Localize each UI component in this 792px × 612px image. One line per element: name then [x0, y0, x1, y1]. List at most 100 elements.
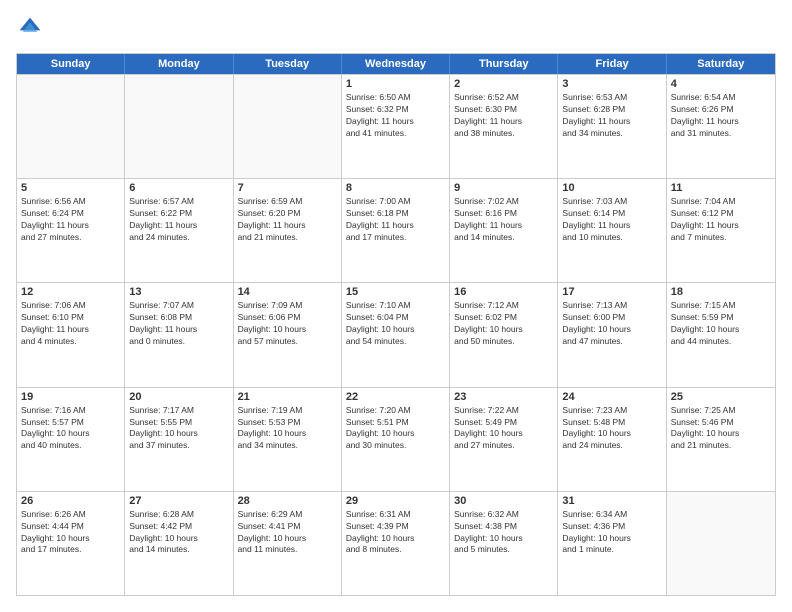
header-cell-saturday: Saturday [667, 54, 775, 74]
day-cell-27: 27 Sunrise: 6:28 AM Sunset: 4:42 PM Dayli… [125, 492, 233, 595]
day-number: 31 [562, 495, 661, 507]
day-info: Sunrise: 7:25 AM Sunset: 5:46 PM Dayligh… [671, 405, 771, 453]
empty-cell [667, 492, 775, 595]
day-number: 30 [454, 495, 553, 507]
day-number: 17 [562, 286, 661, 298]
day-info: Sunrise: 6:50 AM Sunset: 6:32 PM Dayligh… [346, 92, 445, 140]
calendar-header-row: SundayMondayTuesdayWednesdayThursdayFrid… [17, 54, 775, 74]
day-cell-14: 14 Sunrise: 7:09 AM Sunset: 6:06 PM Dayli… [234, 283, 342, 386]
day-cell-22: 22Sunrise: 7:20 AM Sunset: 5:51 PM Dayli… [342, 388, 450, 491]
page: SundayMondayTuesdayWednesdayThursdayFrid… [0, 0, 792, 612]
day-number: 12 [21, 286, 120, 298]
header-cell-sunday: Sunday [17, 54, 125, 74]
day-number: 10 [562, 182, 661, 194]
week-row-1: 1 Sunrise: 6:50 AM Sunset: 6:32 PM Daylig… [17, 74, 775, 178]
day-cell-11: 11 Sunrise: 7:04 AM Sunset: 6:12 PM Dayli… [667, 179, 775, 282]
week-row-5: 26 Sunrise: 6:26 AM Sunset: 4:44 PM Dayli… [17, 491, 775, 595]
day-number: 5 [21, 182, 120, 194]
day-cell-8: 8Sunrise: 7:00 AM Sunset: 6:18 PM Daylig… [342, 179, 450, 282]
day-number: 3 [562, 78, 661, 90]
day-number: 19 [21, 391, 120, 403]
day-info: Sunrise: 7:02 AM Sunset: 6:16 PM Dayligh… [454, 196, 553, 244]
day-cell-26: 26 Sunrise: 6:26 AM Sunset: 4:44 PM Dayli… [17, 492, 125, 595]
day-info: Sunrise: 7:10 AM Sunset: 6:04 PM Dayligh… [346, 300, 445, 348]
day-cell-20: 20 Sunrise: 7:17 AM Sunset: 5:55 PM Dayli… [125, 388, 233, 491]
day-cell-4: 4 Sunrise: 6:54 AM Sunset: 6:26 PM Daylig… [667, 75, 775, 178]
day-info: Sunrise: 6:28 AM Sunset: 4:42 PM Dayligh… [129, 509, 228, 557]
day-info: Sunrise: 6:26 AM Sunset: 4:44 PM Dayligh… [21, 509, 120, 557]
day-info: Sunrise: 7:00 AM Sunset: 6:18 PM Dayligh… [346, 196, 445, 244]
day-cell-24: 24Sunrise: 7:23 AM Sunset: 5:48 PM Dayli… [558, 388, 666, 491]
day-cell-10: 10Sunrise: 7:03 AM Sunset: 6:14 PM Dayli… [558, 179, 666, 282]
day-number: 29 [346, 495, 445, 507]
day-info: Sunrise: 7:07 AM Sunset: 6:08 PM Dayligh… [129, 300, 228, 348]
day-info: Sunrise: 6:56 AM Sunset: 6:24 PM Dayligh… [21, 196, 120, 244]
day-info: Sunrise: 7:09 AM Sunset: 6:06 PM Dayligh… [238, 300, 337, 348]
week-row-2: 5 Sunrise: 6:56 AM Sunset: 6:24 PM Daylig… [17, 178, 775, 282]
empty-cell [17, 75, 125, 178]
day-number: 22 [346, 391, 445, 403]
header-cell-friday: Friday [558, 54, 666, 74]
day-cell-18: 18 Sunrise: 7:15 AM Sunset: 5:59 PM Dayli… [667, 283, 775, 386]
day-number: 1 [346, 78, 445, 90]
day-cell-30: 30Sunrise: 6:32 AM Sunset: 4:38 PM Dayli… [450, 492, 558, 595]
day-cell-23: 23Sunrise: 7:22 AM Sunset: 5:49 PM Dayli… [450, 388, 558, 491]
day-number: 27 [129, 495, 228, 507]
day-number: 11 [671, 182, 771, 194]
day-info: Sunrise: 7:04 AM Sunset: 6:12 PM Dayligh… [671, 196, 771, 244]
day-cell-2: 2 Sunrise: 6:52 AM Sunset: 6:30 PM Daylig… [450, 75, 558, 178]
week-row-4: 19 Sunrise: 7:16 AM Sunset: 5:57 PM Dayli… [17, 387, 775, 491]
empty-cell [125, 75, 233, 178]
day-cell-1: 1 Sunrise: 6:50 AM Sunset: 6:32 PM Daylig… [342, 75, 450, 178]
day-number: 4 [671, 78, 771, 90]
day-cell-28: 28 Sunrise: 6:29 AM Sunset: 4:41 PM Dayli… [234, 492, 342, 595]
logo [16, 16, 46, 45]
week-row-3: 12 Sunrise: 7:06 AM Sunset: 6:10 PM Dayli… [17, 282, 775, 386]
day-cell-5: 5 Sunrise: 6:56 AM Sunset: 6:24 PM Daylig… [17, 179, 125, 282]
day-number: 20 [129, 391, 228, 403]
day-info: Sunrise: 6:29 AM Sunset: 4:41 PM Dayligh… [238, 509, 337, 557]
day-number: 7 [238, 182, 337, 194]
day-cell-16: 16 Sunrise: 7:12 AM Sunset: 6:02 PM Dayli… [450, 283, 558, 386]
day-number: 13 [129, 286, 228, 298]
day-number: 25 [671, 391, 771, 403]
day-info: Sunrise: 7:06 AM Sunset: 6:10 PM Dayligh… [21, 300, 120, 348]
day-cell-3: 3 Sunrise: 6:53 AM Sunset: 6:28 PM Daylig… [558, 75, 666, 178]
day-cell-29: 29Sunrise: 6:31 AM Sunset: 4:39 PM Dayli… [342, 492, 450, 595]
day-cell-19: 19 Sunrise: 7:16 AM Sunset: 5:57 PM Dayli… [17, 388, 125, 491]
day-info: Sunrise: 7:12 AM Sunset: 6:02 PM Dayligh… [454, 300, 553, 348]
day-number: 28 [238, 495, 337, 507]
day-number: 23 [454, 391, 553, 403]
day-number: 14 [238, 286, 337, 298]
day-info: Sunrise: 7:15 AM Sunset: 5:59 PM Dayligh… [671, 300, 771, 348]
day-info: Sunrise: 7:13 AM Sunset: 6:00 PM Dayligh… [562, 300, 661, 348]
day-info: Sunrise: 6:54 AM Sunset: 6:26 PM Dayligh… [671, 92, 771, 140]
header-cell-tuesday: Tuesday [234, 54, 342, 74]
header [16, 16, 776, 45]
empty-cell [234, 75, 342, 178]
day-info: Sunrise: 6:53 AM Sunset: 6:28 PM Dayligh… [562, 92, 661, 140]
day-number: 18 [671, 286, 771, 298]
day-cell-9: 9 Sunrise: 7:02 AM Sunset: 6:16 PM Daylig… [450, 179, 558, 282]
day-number: 9 [454, 182, 553, 194]
day-info: Sunrise: 7:17 AM Sunset: 5:55 PM Dayligh… [129, 405, 228, 453]
day-number: 24 [562, 391, 661, 403]
day-info: Sunrise: 7:19 AM Sunset: 5:53 PM Dayligh… [238, 405, 337, 453]
day-info: Sunrise: 7:16 AM Sunset: 5:57 PM Dayligh… [21, 405, 120, 453]
day-info: Sunrise: 6:52 AM Sunset: 6:30 PM Dayligh… [454, 92, 553, 140]
day-info: Sunrise: 6:34 AM Sunset: 4:36 PM Dayligh… [562, 509, 661, 557]
day-cell-21: 21Sunrise: 7:19 AM Sunset: 5:53 PM Dayli… [234, 388, 342, 491]
day-cell-13: 13 Sunrise: 7:07 AM Sunset: 6:08 PM Dayli… [125, 283, 233, 386]
day-cell-31: 31 Sunrise: 6:34 AM Sunset: 4:36 PM Dayli… [558, 492, 666, 595]
day-cell-7: 7 Sunrise: 6:59 AM Sunset: 6:20 PM Daylig… [234, 179, 342, 282]
header-cell-monday: Monday [125, 54, 233, 74]
day-cell-6: 6 Sunrise: 6:57 AM Sunset: 6:22 PM Daylig… [125, 179, 233, 282]
day-number: 26 [21, 495, 120, 507]
day-info: Sunrise: 6:59 AM Sunset: 6:20 PM Dayligh… [238, 196, 337, 244]
day-cell-25: 25 Sunrise: 7:25 AM Sunset: 5:46 PM Dayli… [667, 388, 775, 491]
day-number: 2 [454, 78, 553, 90]
day-info: Sunrise: 6:57 AM Sunset: 6:22 PM Dayligh… [129, 196, 228, 244]
day-number: 16 [454, 286, 553, 298]
header-cell-wednesday: Wednesday [342, 54, 450, 74]
day-number: 6 [129, 182, 228, 194]
